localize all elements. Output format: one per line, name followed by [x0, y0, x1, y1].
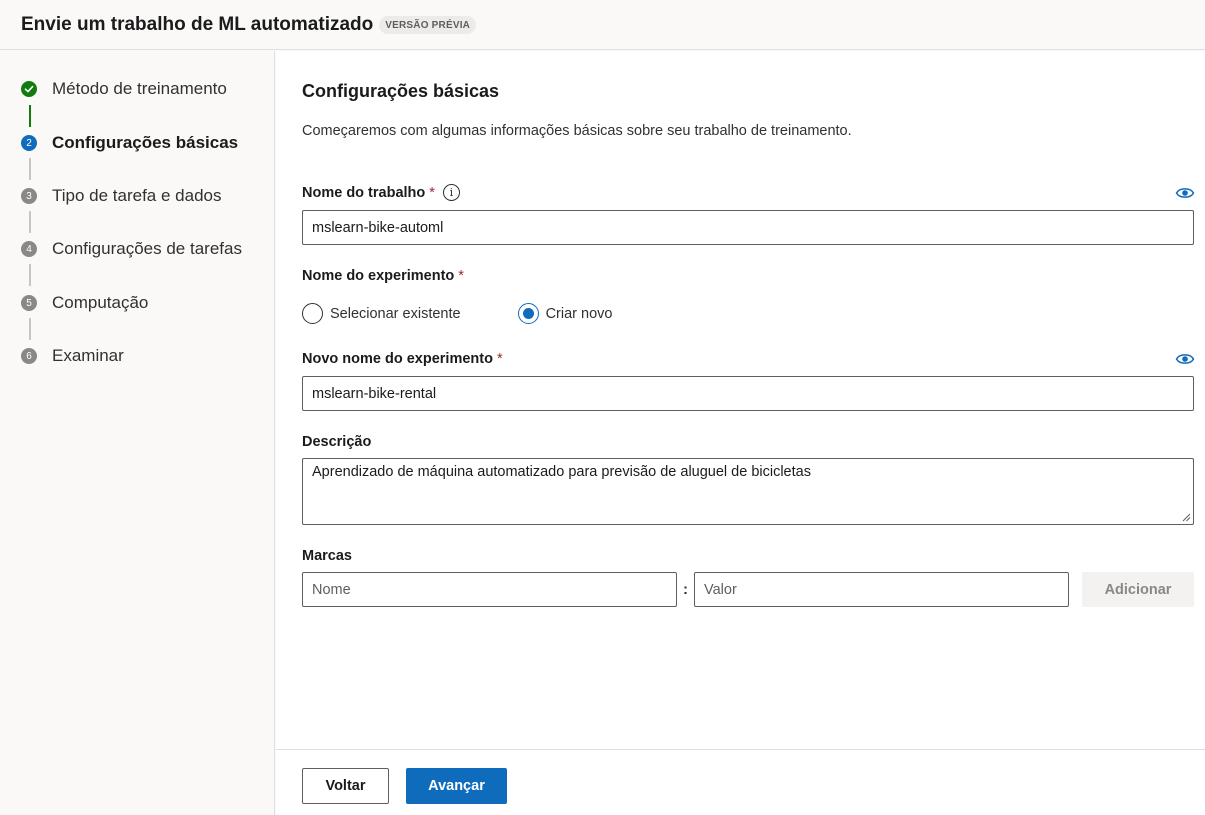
experiment-radio-group: Selecionar existente Criar novo: [302, 303, 612, 324]
step-label: Configurações básicas: [52, 133, 239, 152]
required-marker: *: [496, 351, 503, 367]
experiment-name-label-text: Nome do experimento: [302, 268, 455, 284]
tags-label-text: Marcas: [302, 548, 352, 564]
description-textarea[interactable]: Aprendizado de máquina automatizado para…: [302, 458, 1194, 525]
experiment-name-label: Nome do experimento *: [302, 268, 464, 284]
tags-label: Marcas: [302, 548, 352, 564]
job-name-label-text: Nome do trabalho: [302, 184, 426, 201]
step-label: Tipo de tarefa e dados: [52, 186, 222, 205]
step-review[interactable]: 6 Examinar: [21, 346, 124, 365]
section-title: Configurações básicas: [302, 81, 500, 101]
step-number: 3: [21, 188, 37, 204]
step-task-type-data[interactable]: 3 Tipo de tarefa e dados: [21, 186, 222, 205]
wizard-footer: Voltar Avançar: [276, 749, 1205, 815]
step-training-method[interactable]: Método de treinamento: [21, 79, 227, 98]
radio-circle[interactable]: [517, 303, 539, 324]
preview-badge: VERSÃO PRÉVIA: [379, 16, 477, 34]
new-experiment-name-label-text: Novo nome do experimento: [302, 351, 493, 367]
step-label: Configurações de tarefas: [52, 239, 242, 258]
step-number: 5: [21, 295, 37, 311]
new-experiment-name-label: Novo nome do experimento *: [302, 351, 503, 367]
new-experiment-name-input[interactable]: mslearn-bike-rental: [302, 376, 1194, 411]
tag-separator: :: [683, 581, 688, 598]
page-header: Envie um trabalho de ML automatizado VER…: [0, 0, 1205, 50]
resize-grip-icon[interactable]: [1182, 513, 1191, 522]
required-marker: *: [458, 268, 464, 284]
step-connector: [29, 211, 31, 233]
back-button[interactable]: Voltar: [302, 768, 389, 804]
step-task-settings[interactable]: 4 Configurações de tarefas: [21, 239, 242, 258]
step-connector: [29, 105, 31, 127]
radio-circle[interactable]: [302, 303, 323, 324]
eye-icon[interactable]: [1175, 352, 1195, 366]
tag-value-input[interactable]: Valor: [694, 572, 1069, 607]
step-compute[interactable]: 5 Computação: [21, 293, 148, 312]
next-button[interactable]: Avançar: [406, 768, 507, 804]
step-label: Método de treinamento: [52, 79, 227, 98]
description-value: Aprendizado de máquina automatizado para…: [312, 464, 811, 480]
step-number: 2: [21, 135, 37, 151]
radio-create-new[interactable]: Criar novo: [517, 303, 613, 324]
step-connector: [29, 264, 31, 286]
main-panel: Configurações básicas Começaremos com al…: [276, 51, 1205, 749]
step-number: 4: [21, 241, 37, 257]
required-marker: *: [429, 184, 435, 201]
radio-select-existing[interactable]: Selecionar existente: [302, 303, 461, 324]
step-connector: [29, 158, 31, 180]
radio-label: Criar novo: [545, 305, 613, 322]
step-connector: [29, 318, 31, 340]
eye-icon[interactable]: [1175, 186, 1195, 200]
step-basic-settings[interactable]: 2 Configurações básicas: [21, 133, 238, 152]
wizard-sidebar: Método de treinamento 2 Configurações bá…: [0, 51, 275, 815]
radio-dot: [522, 308, 534, 319]
job-name-label: Nome do trabalho * i: [302, 184, 460, 201]
page-title: Envie um trabalho de ML automatizado: [21, 13, 374, 35]
info-icon[interactable]: i: [442, 184, 460, 201]
step-label: Examinar: [52, 346, 124, 365]
checkmark-icon: [21, 81, 37, 97]
tag-name-input[interactable]: Nome: [302, 572, 677, 607]
add-tag-button[interactable]: Adicionar: [1082, 572, 1194, 607]
description-label-text: Descrição: [302, 434, 372, 450]
step-label: Computação: [52, 293, 149, 312]
section-description: Começaremos com algumas informações bási…: [302, 123, 852, 139]
step-number: 6: [21, 348, 37, 364]
description-label: Descrição: [302, 434, 371, 450]
job-name-input[interactable]: mslearn-bike-automl: [302, 210, 1194, 245]
radio-label: Selecionar existente: [330, 305, 461, 322]
